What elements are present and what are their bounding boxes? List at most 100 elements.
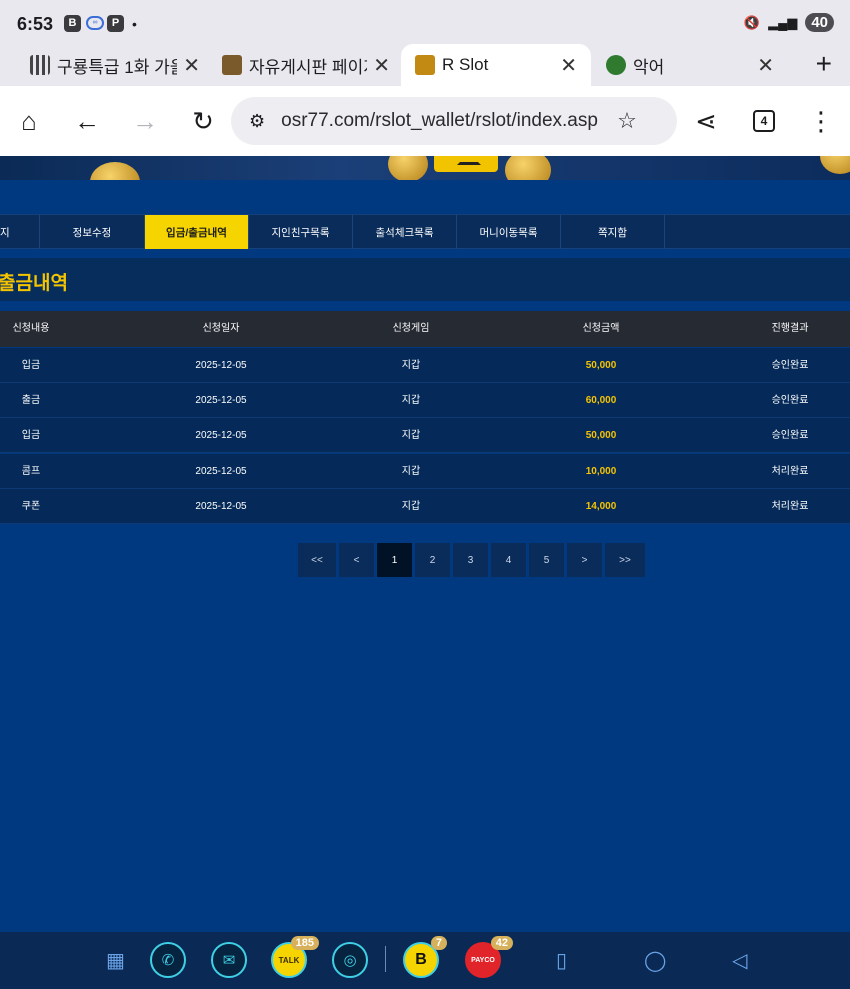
cell-amount: 60,000 <box>585 395 617 406</box>
column-header: 진행결과 <box>771 323 809 334</box>
cell-type: 출금 <box>21 395 41 406</box>
nav-item-friends[interactable]: 지인친구목록 <box>249 215 353 250</box>
tab-4[interactable]: 악어 ✕ <box>606 44 774 86</box>
back-triangle-icon[interactable]: ◁ <box>732 948 747 973</box>
table-row: 쿠폰 2025-12-05 지갑 14,000 처리완료 <box>0 489 850 524</box>
cell-amount: 50,000 <box>585 430 617 441</box>
table-header: 신청내용 신청일자 신청게임 신청금액 진행결과 <box>0 311 850 347</box>
cell-status: 승인완료 <box>771 360 809 371</box>
nav-item-deposit-withdraw[interactable]: 입금/출금내역 <box>145 215 249 250</box>
banner-spacer <box>0 180 850 214</box>
phone-app-icon[interactable]: ✆ <box>150 942 186 978</box>
spacer <box>0 301 850 311</box>
tab-title: R Slot <box>442 55 489 74</box>
page-button[interactable]: 2 <box>415 543 450 577</box>
coin-icon <box>505 156 551 180</box>
nav-item-label: 출석체크목록 <box>375 227 434 239</box>
section-title-bar: 출금내역 <box>0 258 850 301</box>
page-last-button[interactable]: >> <box>605 543 645 577</box>
message-app-icon[interactable]: ✉ <box>211 942 247 978</box>
close-icon[interactable]: ✕ <box>757 53 774 78</box>
signal-icon: ▂▄▆ <box>768 14 798 30</box>
pagination: << < 1 2 3 4 5 > >> <box>298 543 645 577</box>
tab-1[interactable]: 구룡특급 1화 가을 ✕ <box>30 44 200 86</box>
column-header: 신청내용 <box>12 323 50 334</box>
nav-item-label: 지 <box>0 227 10 239</box>
column-header: 신청게임 <box>392 323 430 334</box>
cell-type: 입금 <box>21 360 41 371</box>
address-bar[interactable]: ⚙ osr77.com/rslot_wallet/rslot/index.asp… <box>231 97 677 145</box>
nav-item-label: 지인친구목록 <box>271 227 330 239</box>
home-icon[interactable]: ⌂ <box>14 104 44 138</box>
b-app-icon: B <box>64 15 81 32</box>
page-button-current[interactable]: 1 <box>377 543 412 577</box>
overflow-menu-icon[interactable]: ⋮ <box>806 104 836 138</box>
close-icon[interactable]: ✕ <box>373 53 390 78</box>
slot-favicon-icon <box>222 55 242 75</box>
page-next-button[interactable]: > <box>567 543 602 577</box>
cell-amount: 10,000 <box>585 466 617 477</box>
tab-2[interactable]: 자유게시판 페이지 ✕ <box>222 44 390 86</box>
nav-filler <box>665 215 850 250</box>
nav-item-label: 쪽지함 <box>598 227 627 239</box>
spacer <box>0 249 850 258</box>
link-icon: ∞ <box>86 16 104 30</box>
forward-arrow-icon[interactable]: → <box>130 104 160 138</box>
nav-item-attendance[interactable]: 출석체크목록 <box>353 215 457 250</box>
home-circle-icon[interactable]: ◯ <box>644 948 666 973</box>
browser-toolbar: ⌂ ← → ↻ ⚙ osr77.com/rslot_wallet/rslot/i… <box>0 86 850 156</box>
nav-item-0[interactable]: 지 <box>0 215 40 250</box>
cell-amount: 14,000 <box>585 501 617 512</box>
reload-icon[interactable]: ↻ <box>188 104 218 138</box>
table-row: 입금 2025-12-05 지갑 50,000 승인완료 <box>0 418 850 453</box>
cell-date: 2025-12-05 <box>195 360 247 371</box>
kakaotalk-app-icon[interactable]: TALK 185 <box>271 936 319 978</box>
payco-app-icon[interactable]: PAYCO 42 <box>465 936 513 978</box>
cell-game: 지갑 <box>401 395 421 406</box>
app-grid-icon[interactable]: ▦ <box>106 948 125 973</box>
cell-status: 승인완료 <box>771 430 809 441</box>
nav-item-messages[interactable]: 쪽지함 <box>561 215 665 250</box>
nav-item-label: 입금/출금내역 <box>166 227 227 239</box>
cell-date: 2025-12-05 <box>195 466 247 477</box>
page-button[interactable]: 4 <box>491 543 526 577</box>
page-button[interactable]: 3 <box>453 543 488 577</box>
recent-apps-icon[interactable]: ▯ <box>556 948 567 973</box>
status-time: 6:53 <box>17 14 54 34</box>
bookmark-star-icon[interactable]: ☆ <box>617 108 637 134</box>
system-nav-bar: ▦ ✆ ✉ TALK 185 ◎ B 7 PAYCO 42 ▯ ◯ ◁ <box>0 932 850 989</box>
close-icon[interactable]: ✕ <box>183 53 200 78</box>
tab-3-active[interactable]: R Slot ✕ <box>401 44 591 86</box>
browser-app-icon[interactable]: ◎ <box>332 942 368 978</box>
banner-cta-icon[interactable] <box>434 156 498 172</box>
status-bar: 6:53 B ∞ P • 🔇 ▂▄▆ 40 <box>0 0 850 44</box>
back-arrow-icon[interactable]: ← <box>72 104 102 138</box>
nav-item-profile-edit[interactable]: 정보수정 <box>40 215 145 250</box>
close-icon[interactable]: ✕ <box>560 53 577 78</box>
mypage-nav: 지 정보수정 입금/출금내역 지인친구목록 출석체크목록 머니이동목록 쪽지함 <box>0 214 850 250</box>
page-first-button[interactable]: << <box>298 543 336 577</box>
page-button[interactable]: 5 <box>529 543 564 577</box>
tab-count-button[interactable]: 4 <box>753 110 775 132</box>
b-app-icon[interactable]: B 7 <box>403 936 447 978</box>
battery-badge: 40 <box>805 13 834 32</box>
notification-badge: 185 <box>290 936 319 950</box>
cell-game: 지갑 <box>401 430 421 441</box>
url-text[interactable]: osr77.com/rslot_wallet/rslot/index.asp <box>281 110 603 132</box>
mute-icon: 🔇 <box>743 14 761 30</box>
notification-badge: 7 <box>430 936 447 950</box>
notification-badge: 42 <box>490 936 513 950</box>
tab-title: 악어 <box>633 57 665 77</box>
nav-item-label: 정보수정 <box>72 227 112 239</box>
site-settings-icon[interactable]: ⚙ <box>249 111 265 132</box>
nav-item-money-transfer[interactable]: 머니이동목록 <box>457 215 561 250</box>
table-row: 입금 2025-12-05 지갑 50,000 승인완료 <box>0 348 850 383</box>
page-title: 출금내역 <box>0 273 68 294</box>
kakao-label: TALK <box>278 955 300 965</box>
cell-date: 2025-12-05 <box>195 430 247 441</box>
page-prev-button[interactable]: < <box>339 543 374 577</box>
new-tab-plus-icon[interactable]: + <box>816 48 832 80</box>
share-icon[interactable]: ⋖ <box>691 104 721 138</box>
cell-date: 2025-12-05 <box>195 395 247 406</box>
cell-amount: 50,000 <box>585 360 617 371</box>
